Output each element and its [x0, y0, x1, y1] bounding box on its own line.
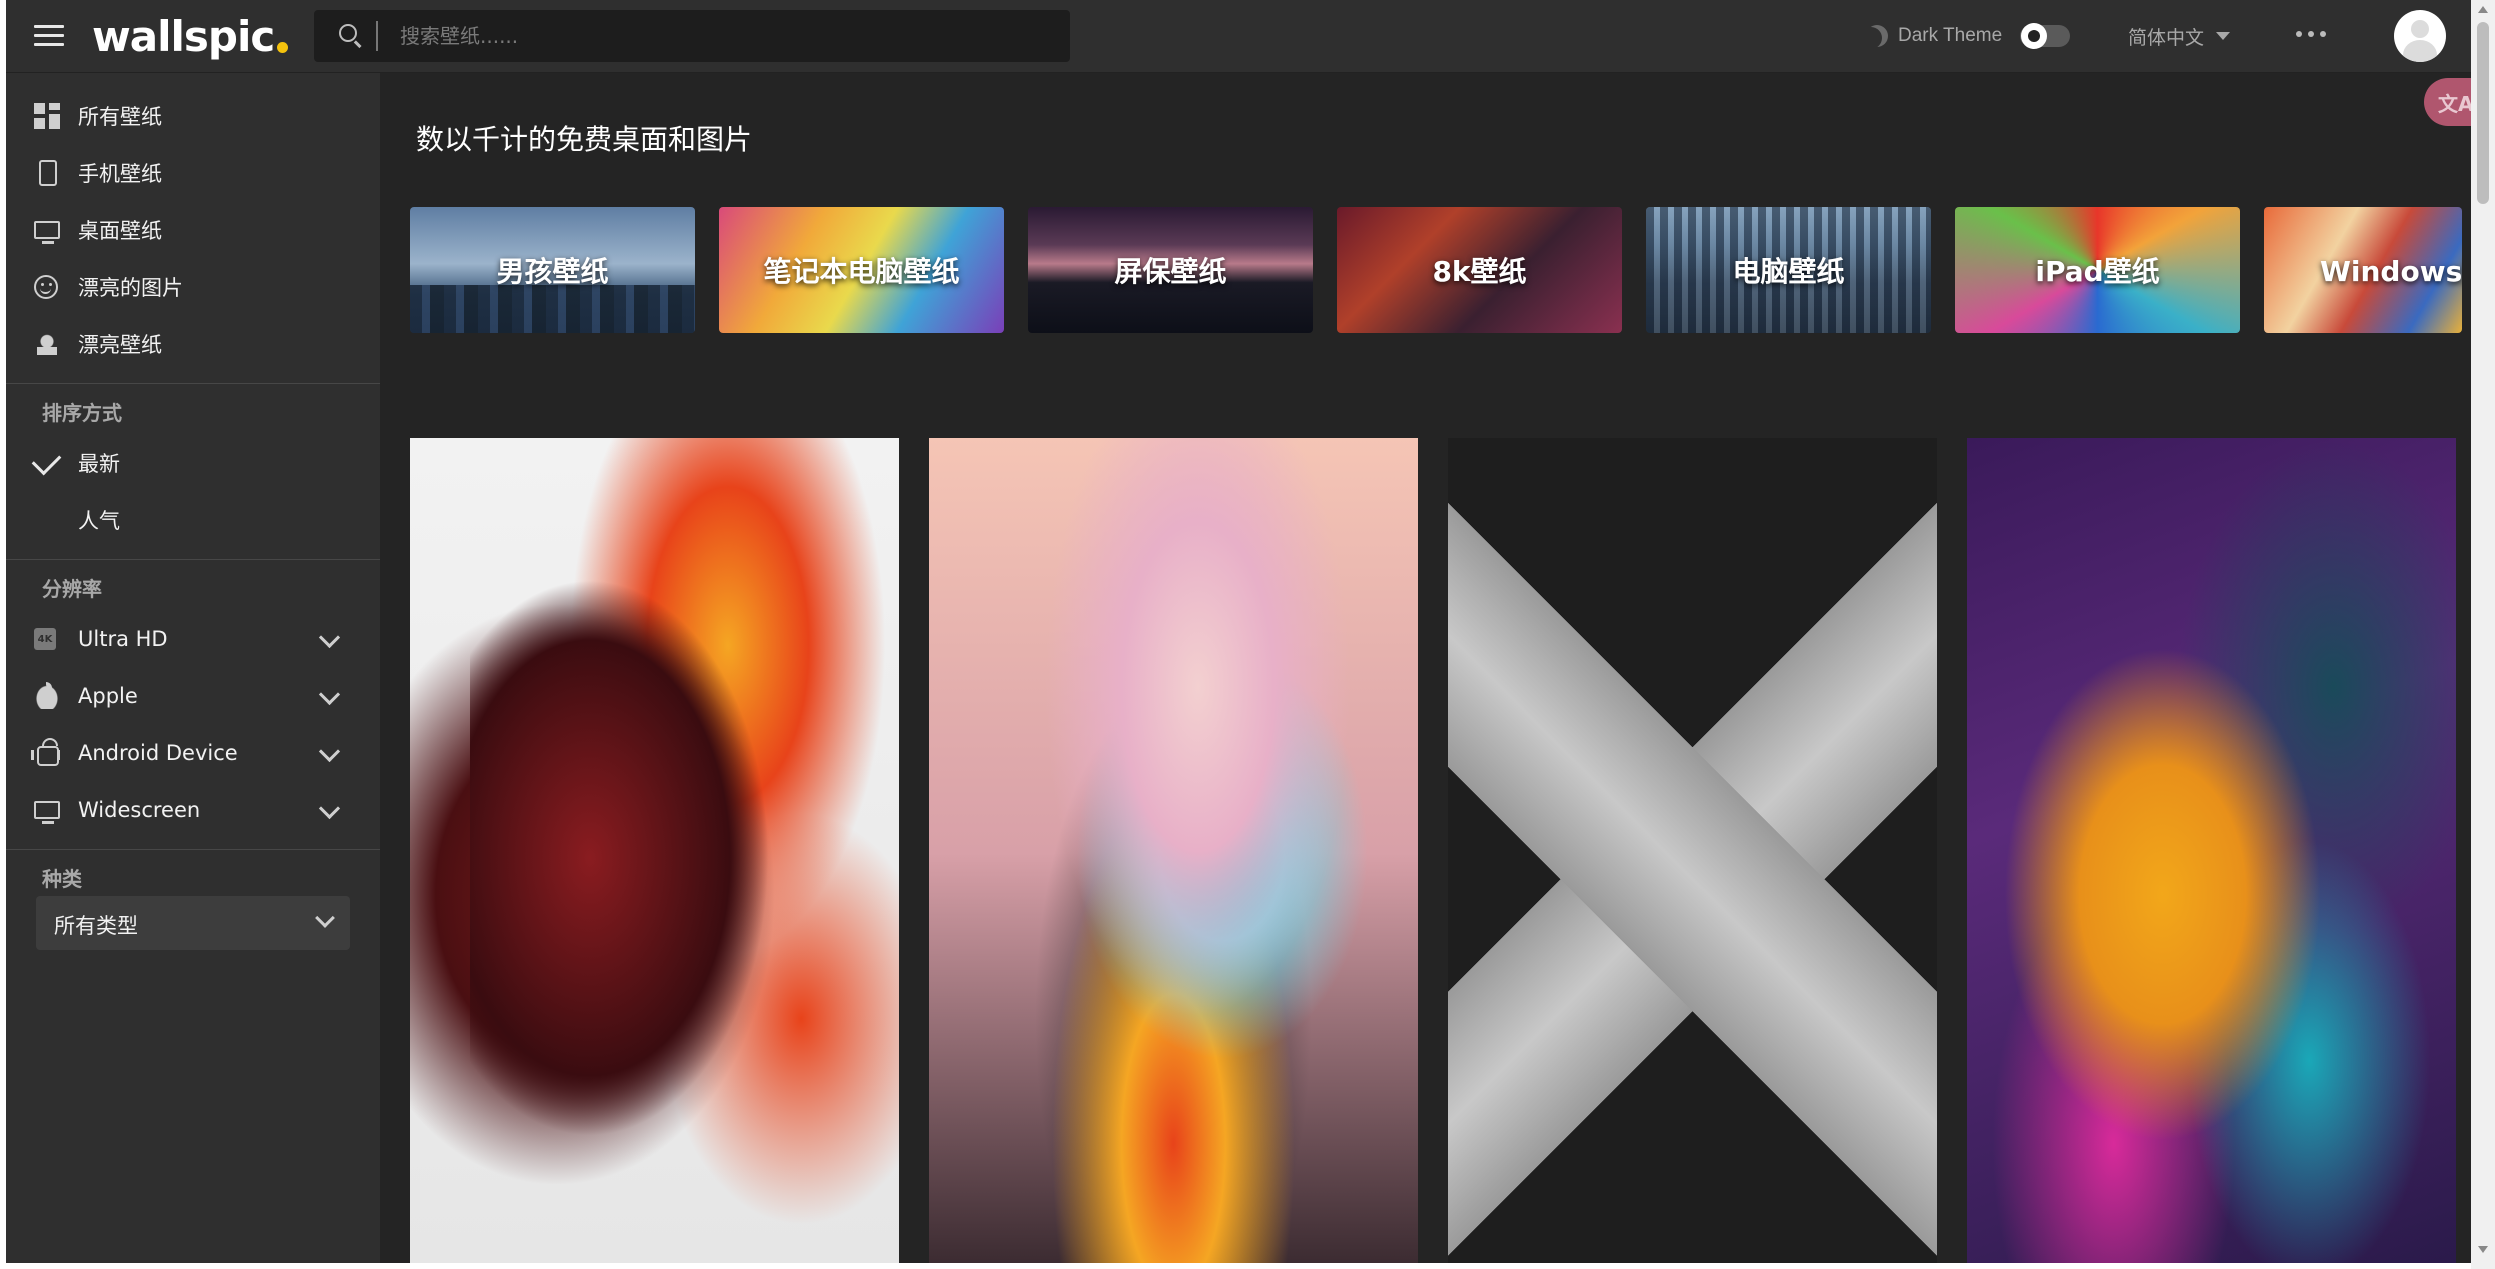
4k-icon: 4K	[34, 628, 56, 650]
resolution-apple[interactable]: Apple	[6, 670, 380, 722]
sort-section-title: 排序方式	[42, 401, 122, 425]
theme-switcher: Dark Theme	[1866, 20, 2071, 52]
chevron-down-icon	[315, 908, 335, 928]
resolution-label: Ultra HD	[78, 627, 168, 651]
logo-dot	[277, 41, 289, 53]
category-label: iPad壁纸	[2035, 255, 2160, 288]
category-label: Windows壁纸	[2320, 255, 2462, 288]
avatar[interactable]	[2394, 10, 2446, 62]
top-bar: wallspic Dark Theme 简体中文	[6, 0, 2471, 73]
resolution-label: Widescreen	[78, 798, 201, 822]
sidebar-divider	[6, 559, 380, 560]
kind-section-title: 种类	[42, 867, 82, 891]
search-divider	[376, 21, 378, 51]
sidebar-divider	[6, 383, 380, 384]
caret-down-icon	[2216, 32, 2231, 40]
category-label: 笔记本电脑壁纸	[763, 255, 960, 288]
chevron-down-icon[interactable]	[318, 740, 341, 763]
sort-option-label: 人气	[78, 509, 120, 533]
scroll-thumb[interactable]	[2477, 22, 2489, 204]
sidebar-item-phone-wallpapers[interactable]: 手机壁纸	[6, 147, 380, 199]
translate-button[interactable]: 文A	[2424, 78, 2471, 126]
flower-icon	[34, 331, 60, 357]
sidebar-item-label: 所有壁纸	[78, 105, 162, 129]
language-label: 简体中文	[2128, 26, 2205, 49]
category-label: 男孩壁纸	[496, 255, 609, 288]
sidebar-item-all-wallpapers[interactable]: 所有壁纸	[6, 90, 380, 142]
toggle-knob	[2021, 23, 2048, 49]
wallpaper-card[interactable]	[1448, 438, 1937, 1263]
page-title: 数以千计的免费桌面和图片	[416, 123, 753, 156]
sort-option-label: 最新	[78, 452, 120, 476]
scrollbar[interactable]	[2471, 0, 2495, 1269]
wallpaper-card[interactable]	[410, 438, 899, 1263]
category-card[interactable]: 男孩壁纸	[410, 207, 695, 333]
category-label: 8k壁纸	[1432, 255, 1527, 288]
sidebar-item-label: 漂亮壁纸	[78, 333, 162, 357]
logo-text: wallspic	[92, 11, 275, 61]
resolution-label: Apple	[78, 684, 138, 708]
dark-theme-toggle[interactable]	[2020, 23, 2071, 49]
phone-icon	[39, 160, 57, 186]
sidebar: 所有壁纸 手机壁纸 桌面壁纸 漂亮的图片 漂亮壁纸 排序方式 最新 人气 分辨率	[6, 73, 380, 1263]
wallpaper-card[interactable]	[929, 438, 1418, 1263]
search-bar	[314, 10, 1070, 62]
app-window: wallspic Dark Theme 简体中文 所有壁纸 手机壁纸	[6, 0, 2471, 1263]
more-icon[interactable]	[2296, 31, 2326, 37]
search-input[interactable]	[398, 23, 1070, 49]
chevron-down-icon[interactable]	[318, 683, 341, 706]
resolution-label: Android Device	[78, 741, 238, 765]
resolution-android[interactable]: Android Device	[6, 727, 380, 779]
category-card[interactable]: 屏保壁纸	[1028, 207, 1313, 333]
monitor-icon	[34, 801, 60, 824]
kind-select-value: 所有类型	[54, 914, 138, 938]
scroll-down-icon[interactable]	[2478, 1246, 2488, 1253]
resolution-section-title: 分辨率	[42, 577, 102, 601]
category-card[interactable]: 8k壁纸	[1337, 207, 1622, 333]
resolution-ultra-hd[interactable]: 4K Ultra HD	[6, 613, 380, 665]
sort-option-popular[interactable]: 人气	[6, 494, 380, 546]
kind-select[interactable]: 所有类型	[36, 896, 350, 950]
sidebar-item-label: 漂亮的图片	[78, 276, 183, 300]
moon-icon	[1866, 25, 1888, 47]
sort-option-newest[interactable]: 最新	[6, 437, 380, 489]
logo[interactable]: wallspic	[92, 6, 289, 66]
category-card[interactable]: 笔记本电脑壁纸	[719, 207, 1004, 333]
category-carousel: 男孩壁纸 笔记本电脑壁纸 屏保壁纸 8k壁纸 电脑壁纸 iPad壁纸 Windo…	[410, 207, 2462, 333]
sidebar-item-label: 桌面壁纸	[78, 219, 162, 243]
search-icon[interactable]	[334, 19, 368, 53]
main-content: 数以千计的免费桌面和图片 男孩壁纸 笔记本电脑壁纸 屏保壁纸 8k壁纸 电脑壁纸…	[381, 73, 2471, 1263]
sidebar-item-beautiful-pictures[interactable]: 漂亮的图片	[6, 261, 380, 313]
category-label: 屏保壁纸	[1114, 255, 1227, 288]
android-icon	[31, 738, 59, 766]
sidebar-item-desktop-wallpapers[interactable]: 桌面壁纸	[6, 204, 380, 256]
chevron-down-icon[interactable]	[318, 797, 341, 820]
sidebar-item-label: 手机壁纸	[78, 162, 162, 186]
grid-icon	[34, 103, 60, 129]
chevron-down-icon[interactable]	[318, 626, 341, 649]
apple-icon	[34, 682, 60, 709]
category-label: 电脑壁纸	[1732, 255, 1845, 288]
sidebar-item-beautiful-wallpapers[interactable]: 漂亮壁纸	[6, 318, 380, 370]
resolution-widescreen[interactable]: Widescreen	[6, 784, 380, 836]
theme-label: Dark Theme	[1898, 25, 2003, 46]
check-icon	[31, 445, 62, 475]
desktop-icon	[34, 221, 60, 244]
sidebar-divider	[6, 849, 380, 850]
language-select[interactable]: 简体中文	[2128, 20, 2231, 52]
category-card[interactable]: iPad壁纸	[1955, 207, 2240, 333]
translate-icon: 文A	[2438, 92, 2471, 116]
menu-icon[interactable]	[34, 25, 64, 47]
category-card[interactable]: 电脑壁纸	[1646, 207, 1931, 333]
wallpaper-card[interactable]	[1967, 438, 2456, 1263]
smile-icon	[34, 275, 58, 299]
scroll-up-icon[interactable]	[2478, 6, 2488, 13]
category-card[interactable]: Windows壁纸	[2264, 207, 2462, 333]
